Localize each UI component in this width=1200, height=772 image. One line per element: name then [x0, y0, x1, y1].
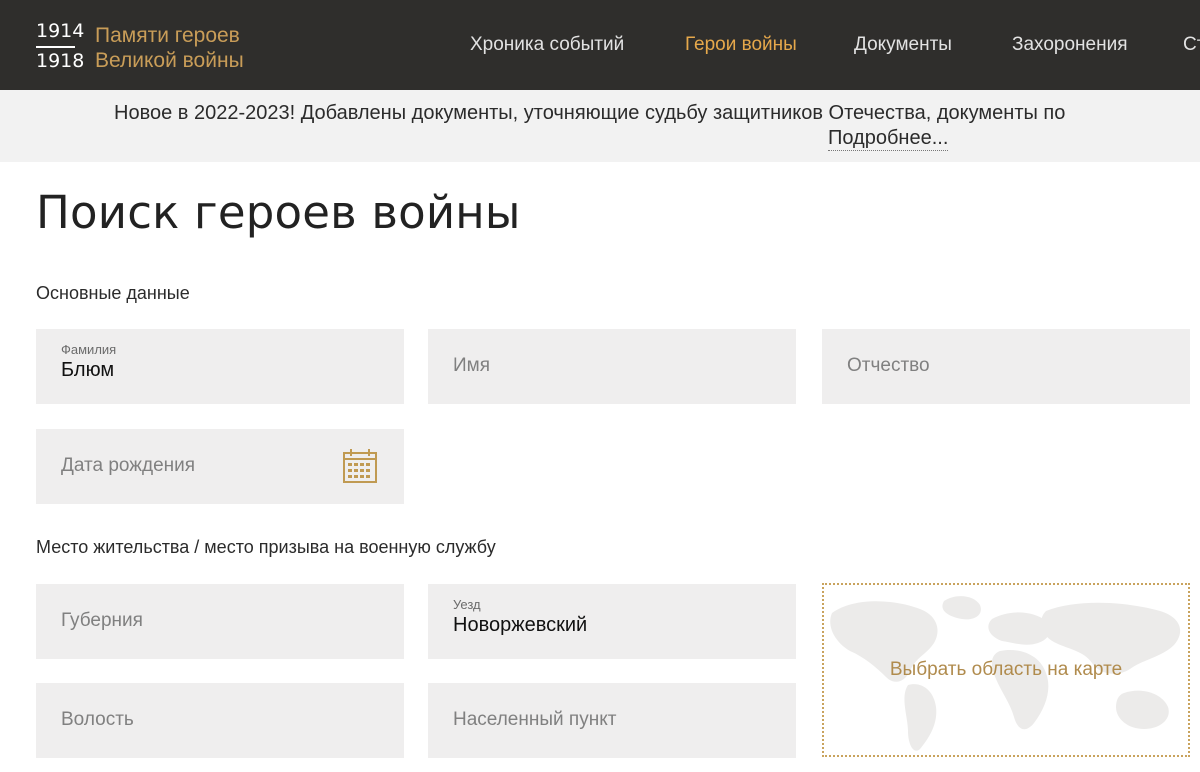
- calendar-icon[interactable]: [342, 448, 378, 484]
- birth-date-field[interactable]: Дата рождения: [36, 429, 404, 504]
- section-basic-label: Основные данные: [36, 283, 190, 303]
- nav-item-chronicle[interactable]: Хроника событий: [470, 34, 624, 56]
- province-field[interactable]: Губерния: [36, 584, 404, 659]
- section-residence-label: Место жительства / место призыва на воен…: [36, 537, 496, 557]
- birth-date-placeholder: Дата рождения: [61, 455, 196, 476]
- nav-item-heroes[interactable]: Герои войны: [685, 34, 797, 56]
- logo-years[interactable]: 1914 1918: [36, 20, 84, 74]
- province-placeholder: Губерния: [61, 610, 143, 631]
- volost-placeholder: Волость: [61, 709, 134, 730]
- nav-item-truncated[interactable]: Ст: [1183, 34, 1200, 56]
- logo-title-line1: Памяти героев: [95, 24, 240, 47]
- news-banner: Новое в 2022-2023! Добавлены документы, …: [0, 90, 1200, 162]
- page-title: Поиск героев войны: [36, 186, 521, 239]
- logo-title[interactable]: Памяти героев Великой войны: [95, 23, 244, 73]
- top-navigation-bar: 1914 1918 Памяти героев Великой войны Хр…: [0, 0, 1200, 90]
- district-field-value: Новоржевский: [453, 614, 588, 636]
- logo-year-end: 1918: [36, 50, 85, 72]
- surname-field[interactable]: Фамилия Блюм: [36, 329, 404, 404]
- volost-field[interactable]: Волость: [36, 683, 404, 758]
- patronymic-field[interactable]: Отчество: [822, 329, 1190, 404]
- map-select-label: Выбрать область на карте: [889, 659, 1123, 680]
- patronymic-placeholder: Отчество: [847, 355, 930, 376]
- nav-item-documents[interactable]: Документы: [854, 34, 952, 56]
- surname-field-label: Фамилия: [61, 342, 117, 357]
- nav-item-burials[interactable]: Захоронения: [1012, 34, 1127, 56]
- logo-year-start: 1914: [36, 20, 85, 42]
- district-field-label: Уезд: [453, 597, 481, 612]
- surname-field-value: Блюм: [61, 359, 115, 381]
- district-field[interactable]: Уезд Новоржевский: [428, 584, 796, 659]
- first-name-field[interactable]: Имя: [428, 329, 796, 404]
- settlement-field[interactable]: Населенный пункт: [428, 683, 796, 758]
- logo-divider: [36, 46, 75, 48]
- logo-title-line2: Великой войны: [95, 49, 244, 72]
- news-more-link[interactable]: Подробнее...: [828, 127, 949, 151]
- map-area-selector[interactable]: Выбрать область на карте: [822, 583, 1190, 757]
- news-banner-text: Новое в 2022-2023! Добавлены документы, …: [114, 102, 1066, 124]
- settlement-placeholder: Населенный пункт: [453, 709, 617, 730]
- first-name-placeholder: Имя: [453, 355, 491, 376]
